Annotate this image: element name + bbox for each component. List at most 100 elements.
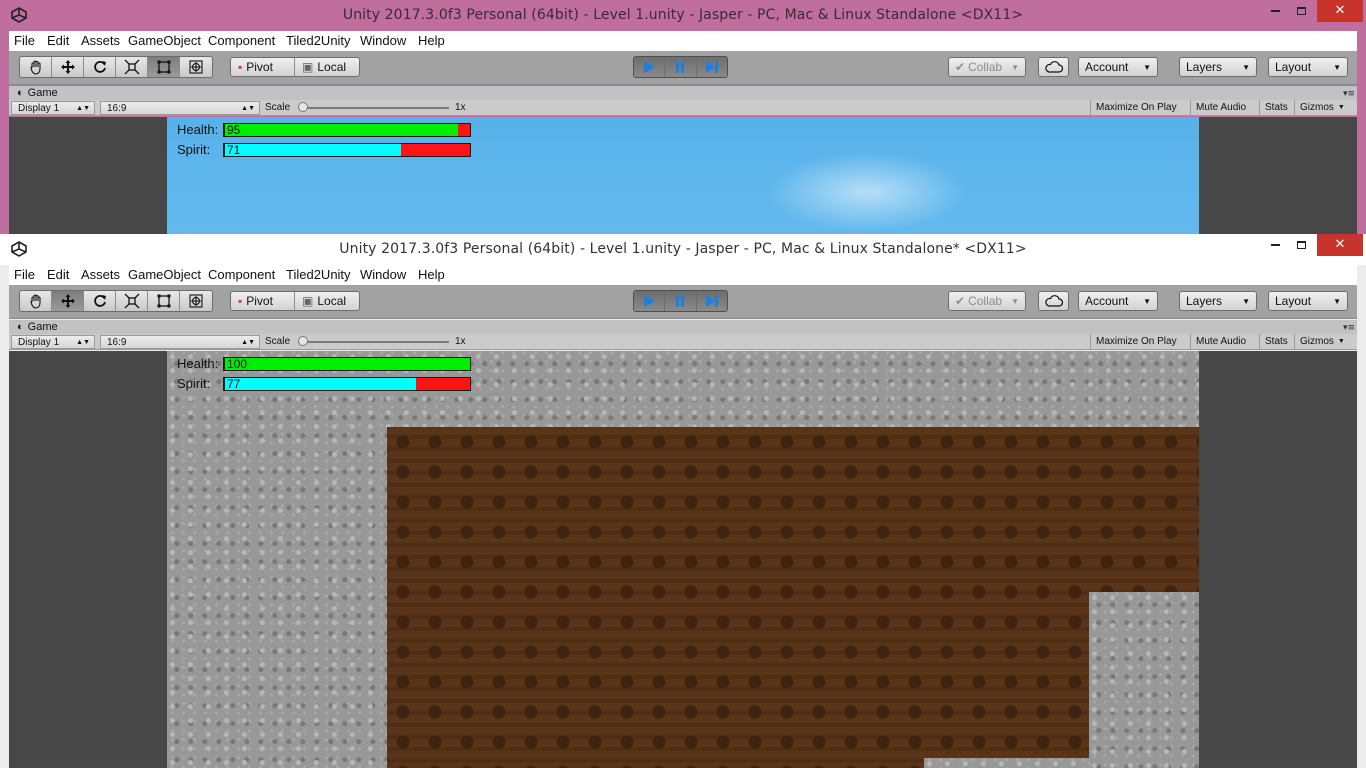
local-label: Local [317,294,347,308]
hand-tool-button[interactable] [20,291,52,311]
layout-dropdown[interactable]: Layout ▼ [1268,57,1348,77]
pivot-button[interactable]: ▪ Pivot [231,292,295,310]
layers-dropdown[interactable]: Layers ▼ [1179,57,1257,77]
move-tool-button[interactable] [52,291,84,311]
gizmos-dropdown[interactable]: Gizmos ▼ [1294,100,1350,115]
maximize-button[interactable] [1284,0,1318,22]
transform-tools [19,56,213,78]
local-button[interactable]: ▣ Local [295,292,353,310]
menu-window[interactable]: Window [360,267,406,282]
panel-menu-icon[interactable]: ▾≡ [1343,323,1355,333]
maximize-on-play-toggle[interactable]: Maximize On Play [1090,334,1182,349]
collab-dropdown[interactable]: ✔ Collab ▼ [948,57,1026,77]
rotate-tool-icon [93,295,106,307]
menu-file[interactable]: File [14,267,35,282]
rotate-tool-button[interactable] [84,291,116,311]
layout-label: Layout [1275,60,1312,74]
stats-label: Stats [1265,102,1288,113]
game-view-toolbar: Display 1 ▲▼ 16:9 ▲▼ Scale 1x Maximize On … [9,334,1357,350]
local-button[interactable]: ▣ Local [295,58,353,76]
menu-edit[interactable]: Edit [47,33,69,48]
move-tool-button[interactable] [52,57,84,77]
transform-tool-icon [189,60,203,74]
menu-component[interactable]: Component [208,33,275,48]
health-value: 100 [227,357,248,371]
account-dropdown[interactable]: Account ▼ [1078,57,1158,77]
pause-button[interactable] [665,57,697,77]
aspect-dropdown[interactable]: 16:9 ▲▼ [100,335,260,349]
main-toolbar: ▪ Pivot ▣ Local ✔ Collab ▼ Account ▼ Layers ▼ … [9,51,1357,85]
menu-file[interactable]: File [14,33,35,48]
close-button[interactable]: ✕ [1317,0,1363,22]
pause-icon [676,61,685,73]
layers-label: Layers [1186,294,1223,308]
menu-window[interactable]: Window [360,33,406,48]
step-button[interactable] [696,291,727,311]
game-viewport[interactable]: Health: 95 Spirit: 71 [9,117,1357,234]
scale-slider-track[interactable] [299,107,449,109]
rotate-tool-button[interactable] [84,57,116,77]
title-bar[interactable]: Unity 2017.3.0f3 Personal (64bit) - Leve… [0,234,1366,265]
play-button[interactable] [634,291,666,311]
cloud-button[interactable] [1038,291,1069,311]
stats-toggle[interactable]: Stats [1259,334,1293,349]
menu-component[interactable]: Component [208,267,275,282]
scale-tool-button[interactable] [116,57,148,77]
panel-menu-icon[interactable]: ▾≡ [1343,89,1355,99]
menu-gameobject[interactable]: GameObject [128,33,201,48]
tab-game[interactable]: ◐ Game [9,320,66,334]
stats-toggle[interactable]: Stats [1259,100,1293,115]
pause-button[interactable] [665,291,697,311]
menu-help[interactable]: Help [418,33,445,48]
scale-tool-button[interactable] [116,291,148,311]
cloud-icon [1044,61,1063,73]
layers-dropdown[interactable]: Layers ▼ [1179,291,1257,311]
transform-tool-button[interactable] [180,291,212,311]
mute-audio-toggle[interactable]: Mute Audio [1190,100,1251,115]
menu-tiled2unity[interactable]: Tiled2Unity [286,33,351,48]
step-button[interactable] [696,57,727,77]
maximize-button[interactable] [1284,234,1318,256]
menu-tiled2unity[interactable]: Tiled2Unity [286,267,351,282]
game-viewport[interactable]: Health: 100 Spirit: 77 [9,351,1357,768]
scale-slider-knob[interactable] [298,102,308,112]
menu-assets[interactable]: Assets [81,33,120,48]
maximize-on-play-toggle[interactable]: Maximize On Play [1090,100,1182,115]
spirit-bar: 77 [223,377,471,391]
spirit-value: 71 [227,143,241,157]
layout-dropdown[interactable]: Layout ▼ [1268,291,1348,311]
play-button[interactable] [634,57,666,77]
rect-tool-icon [157,294,170,308]
unity-window-foreground[interactable]: Unity 2017.3.0f3 Personal (64bit) - Leve… [0,234,1366,768]
pivot-button[interactable]: ▪ Pivot [231,58,295,76]
maximize-label: Maximize On Play [1096,102,1177,113]
menu-edit[interactable]: Edit [47,267,69,282]
rect-tool-button[interactable] [148,291,180,311]
menu-assets[interactable]: Assets [81,267,120,282]
tab-game[interactable]: ◐ Game [9,86,66,100]
menu-bar: File Edit Assets GameObject Component Ti… [9,31,1357,51]
close-button[interactable]: ✕ [1317,234,1363,256]
collab-dropdown[interactable]: ✔ Collab ▼ [948,291,1026,311]
gizmos-dropdown[interactable]: Gizmos ▼ [1294,334,1350,349]
rect-tool-button[interactable] [148,57,180,77]
display-dropdown[interactable]: Display 1 ▲▼ [11,335,95,349]
pivot-local-toggle: ▪ Pivot ▣ Local [230,57,360,77]
menu-help[interactable]: Help [418,267,445,282]
collab-label: Collab [968,294,1003,308]
display-dropdown[interactable]: Display 1 ▲▼ [11,101,95,115]
scale-slider-knob[interactable] [298,336,308,346]
unity-window-background[interactable]: Unity 2017.3.0f3 Personal (64bit) - Leve… [0,0,1366,234]
aspect-dropdown[interactable]: 16:9 ▲▼ [100,101,260,115]
cloud-button[interactable] [1038,57,1069,77]
mute-audio-toggle[interactable]: Mute Audio [1190,334,1251,349]
hand-tool-button[interactable] [20,57,52,77]
title-bar[interactable]: Unity 2017.3.0f3 Personal (64bit) - Leve… [0,0,1366,31]
scale-slider-track[interactable] [299,341,449,343]
transform-tool-button[interactable] [180,57,212,77]
scale-value: 1x [455,102,466,113]
menu-gameobject[interactable]: GameObject [128,267,201,282]
cloud-sprite [767,152,967,232]
health-value: 95 [227,123,241,137]
account-dropdown[interactable]: Account ▼ [1078,291,1158,311]
